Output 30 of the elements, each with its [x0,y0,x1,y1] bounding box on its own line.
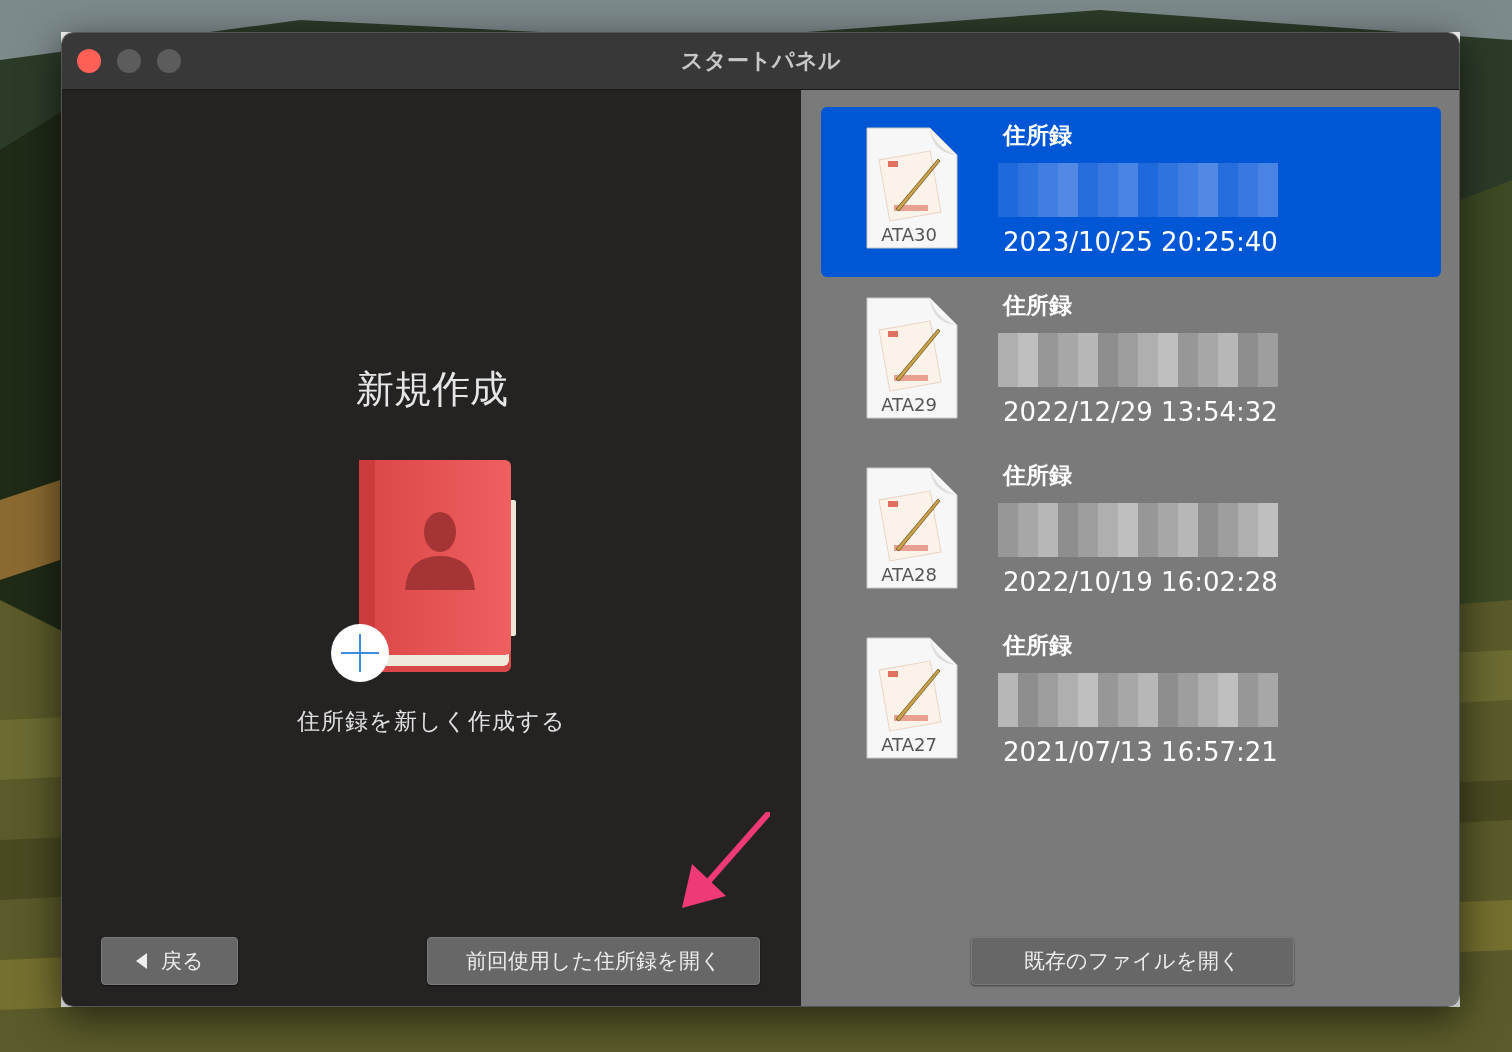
recent-file-row[interactable]: ATA27 住所録 2021/07/13 16:57:21 [821,617,1441,787]
back-button[interactable]: 戻る [101,937,238,985]
file-title: 住所録 [1003,291,1073,320]
new-document-caption: 住所録を新しく作成する [297,707,566,736]
recent-file-row[interactable]: ATA30 住所録 2023/10/25 20:25:40 [821,107,1441,277]
window-title: スタートパネル [680,47,841,75]
file-title: 住所録 [1003,121,1073,150]
triangle-left-icon [135,953,147,969]
open-recent-button[interactable]: 前回使用した住所録を開く [427,937,760,985]
file-date: 2023/10/25 20:25:40 [1003,227,1278,257]
file-date: 2022/12/29 13:54:32 [1003,397,1278,427]
file-type-label: ATA30 [880,224,938,245]
document-icon [866,127,958,249]
file-date: 2022/10/19 16:02:28 [1003,567,1278,597]
close-button[interactable] [77,49,101,73]
file-type-label: ATA27 [880,734,938,755]
minimize-button[interactable] [117,49,141,73]
open-file-button[interactable]: 既存のファイルを開く [971,937,1294,985]
file-title: 住所録 [1003,631,1073,660]
recent-file-row[interactable]: ATA28 住所録 2022/10/19 16:02:28 [821,447,1441,617]
section-heading: 新規作成 [355,366,508,413]
document-icon [866,637,958,759]
file-type-label: ATA29 [880,394,938,415]
file-type-label: ATA28 [880,564,938,585]
zoom-button[interactable] [157,49,181,73]
recent-file-row[interactable]: ATA29 住所録 2022/12/29 13:54:32 [821,277,1441,447]
document-icon [866,297,958,419]
document-icon [866,467,958,589]
file-date: 2021/07/13 16:57:21 [1003,737,1278,767]
file-title: 住所録 [1003,461,1073,490]
